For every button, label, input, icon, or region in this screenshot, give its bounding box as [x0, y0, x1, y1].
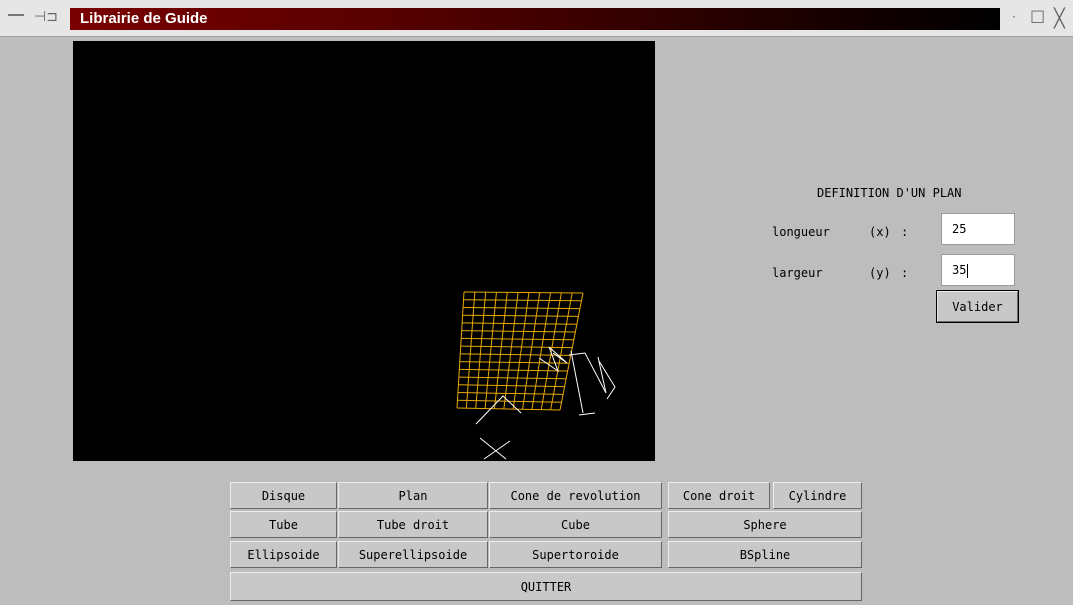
window-title: Librairie de Guide — [80, 10, 208, 27]
mesh-line — [463, 299, 582, 302]
mesh-line — [522, 292, 541, 410]
plane-definition-title: DEFINITION D'UN PLAN — [817, 186, 962, 200]
3d-viewport[interactable] — [73, 41, 655, 461]
window-menu-icon[interactable] — [8, 14, 24, 16]
mesh-line — [458, 376, 567, 380]
mesh-line — [475, 292, 487, 409]
mesh-line — [531, 292, 552, 410]
width-input[interactable]: 35 — [941, 254, 1015, 286]
mesh-line — [493, 292, 508, 409]
mesh-line — [462, 314, 579, 317]
quit-button[interactable]: QUITTER — [230, 572, 862, 601]
close-icon[interactable]: ╳ — [1054, 8, 1065, 29]
validate-button[interactable]: Valider — [936, 290, 1019, 323]
ellipsoide-button[interactable]: Ellipsoide — [230, 541, 337, 568]
plane-mesh — [456, 291, 584, 411]
window-title-bar[interactable]: Librairie de Guide — [70, 8, 1000, 30]
cone-droit-button[interactable]: Cone droit — [668, 482, 770, 509]
length-input[interactable]: 25 — [941, 213, 1015, 245]
plan-button[interactable]: Plan — [338, 482, 488, 509]
mesh-line — [459, 361, 570, 364]
minimize-icon[interactable]: · — [1012, 10, 1016, 24]
width-axis-label: (y) — [869, 266, 891, 280]
mesh-line — [461, 337, 574, 341]
disque-button[interactable]: Disque — [230, 482, 337, 509]
length-value: 25 — [952, 222, 967, 236]
maximize-icon[interactable]: ☐ — [1030, 8, 1045, 28]
cube-button[interactable]: Cube — [489, 511, 662, 538]
mesh-line — [484, 292, 497, 409]
mesh-line — [457, 392, 564, 395]
cylindre-button[interactable]: Cylindre — [773, 482, 862, 509]
text-cursor — [967, 263, 969, 278]
mesh-line — [463, 291, 584, 294]
mesh-line — [465, 292, 476, 409]
length-colon: : — [901, 225, 909, 239]
width-colon: : — [901, 266, 909, 280]
width-value: 35 — [952, 263, 967, 277]
axes-gizmo — [475, 346, 616, 460]
mesh-line — [456, 407, 561, 411]
length-label: longueur — [772, 225, 830, 239]
mesh-line — [460, 345, 573, 349]
bspline-button[interactable]: BSpline — [668, 541, 862, 568]
title-bar: ⊣⊐ Librairie de Guide · ☐ ╳ — [0, 0, 1073, 37]
tube-droit-button[interactable]: Tube droit — [338, 511, 488, 538]
mesh-line — [462, 322, 577, 325]
tube-button[interactable]: Tube — [230, 511, 337, 538]
cone-revolution-button[interactable]: Cone de revolution — [489, 482, 662, 509]
superellipsoide-button[interactable]: Superellipsoide — [338, 541, 488, 568]
mesh-line — [456, 291, 465, 409]
pin-icon[interactable]: ⊣⊐ — [34, 9, 58, 25]
sphere-button[interactable]: Sphere — [668, 511, 862, 538]
mesh-line — [458, 384, 565, 388]
width-label: largeur — [772, 266, 823, 280]
mesh-line — [540, 292, 562, 410]
mesh-line — [459, 368, 568, 372]
length-axis-label: (x) — [869, 225, 891, 239]
plane-mesh-render — [456, 291, 616, 460]
mesh-line — [461, 330, 576, 333]
supertoroide-button[interactable]: Supertoroide — [489, 541, 662, 568]
mesh-line — [463, 306, 580, 310]
